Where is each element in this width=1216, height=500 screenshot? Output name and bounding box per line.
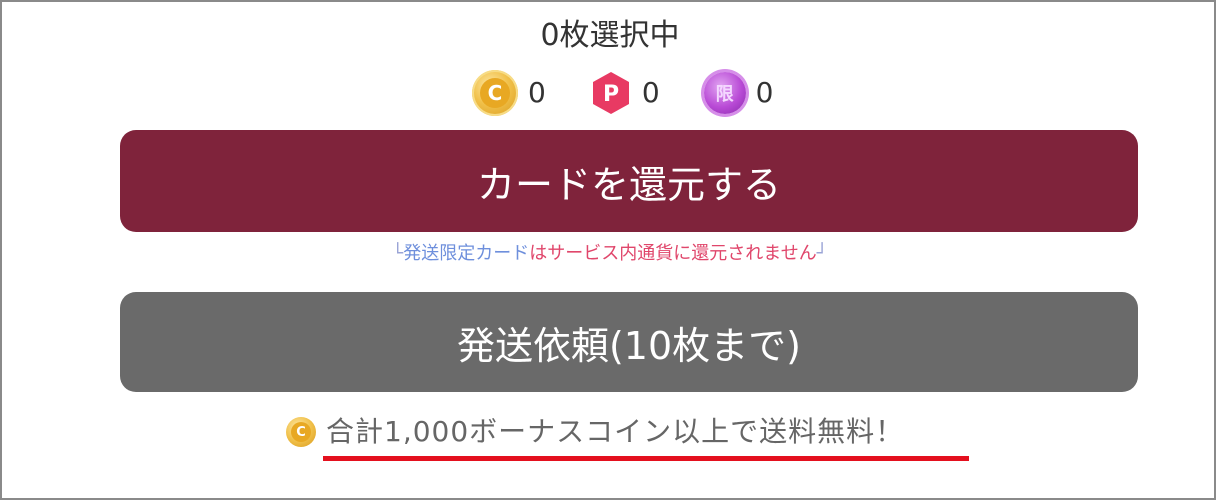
limited-letter: 限 (715, 84, 734, 105)
bonus-coin-icon: C (286, 417, 316, 447)
point-value: 0 (641, 76, 660, 109)
shipping-request-button[interactable]: 発送依頼(10枚まで) (120, 292, 1138, 392)
point-letter: P (603, 82, 619, 107)
coin-letter: C (291, 422, 311, 442)
note-open-bracket: └ (392, 243, 404, 264)
point-balance: P 0 (590, 70, 660, 116)
bonus-coin-balance: C 0 (472, 70, 546, 116)
free-shipping-text: 合計1,000ボーナスコイン以上で送料無料！ (326, 415, 905, 448)
bonus-coin-icon: C (472, 70, 518, 116)
panel-frame: 0枚選択中 C 0 P 0 限 0 カードを還元する └発送限定カードはサービス… (0, 0, 1216, 500)
selected-count: 0枚選択中 (540, 18, 680, 53)
note-limited-card: 発送限定カード (403, 243, 530, 264)
return-cards-button[interactable]: カードを還元する (120, 130, 1138, 232)
notice-underline (323, 456, 969, 461)
coin-letter: C (480, 78, 510, 108)
point-icon: P (590, 70, 632, 116)
note-close-bracket: ┘ (816, 243, 828, 264)
free-shipping-notice: C 合計1,000ボーナスコイン以上で送料無料！ (286, 410, 904, 454)
bonus-coin-value: 0 (528, 76, 546, 109)
return-note: └発送限定カードはサービス内通貨に還元されません┘ (2, 240, 1216, 268)
currency-summary: C 0 P 0 限 0 (472, 70, 773, 116)
limited-coin-icon: 限 (703, 72, 746, 114)
note-rest: はサービス内通貨に還元されません (529, 243, 817, 264)
limited-coin-balance: 限 0 (703, 72, 774, 114)
limited-coin-value: 0 (755, 76, 774, 109)
